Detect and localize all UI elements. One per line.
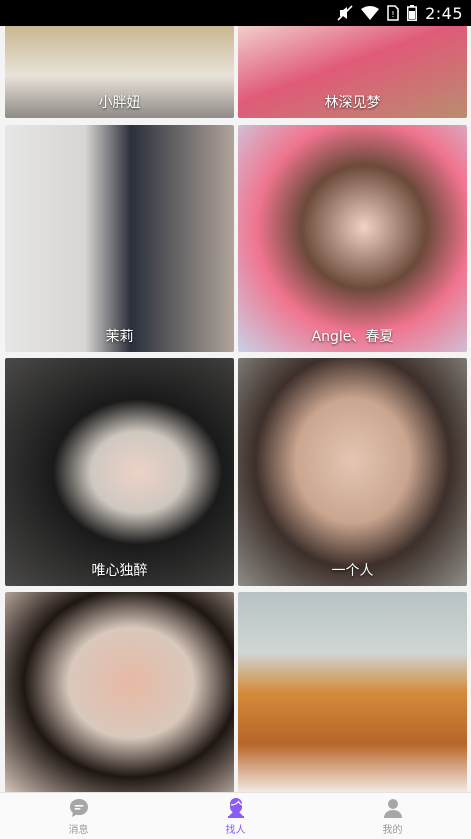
profile-photo: [238, 358, 467, 586]
tab-profile-label: 我的: [382, 824, 403, 836]
profile-card[interactable]: 唯心独醉: [5, 358, 234, 586]
profile-grid[interactable]: 小胖妞 林深见梦 茉莉 Angle、春夏 唯心独醉 一个人: [0, 26, 471, 792]
wifi-icon: [361, 5, 380, 21]
message-icon: [68, 797, 90, 819]
profile-card[interactable]: [5, 592, 234, 792]
find-people-icon: [225, 797, 247, 819]
battery-icon: [407, 5, 418, 21]
profile-photo: [238, 592, 467, 792]
mute-icon: [337, 5, 353, 21]
profile-card[interactable]: 茉莉: [5, 125, 234, 352]
profile-photo: [238, 125, 467, 352]
profile-name: Angle、春夏: [311, 329, 394, 345]
profile-photo: [5, 358, 234, 586]
tab-find-people[interactable]: 找人: [157, 793, 314, 839]
bottom-tab-bar: 消息 找人 我的: [0, 792, 471, 839]
profile-photo: [5, 125, 234, 352]
profile-name: 茉莉: [105, 329, 134, 345]
profile-card[interactable]: 林深见梦: [238, 26, 467, 118]
profile-card[interactable]: 小胖妞: [5, 26, 234, 118]
tab-find-people-label: 找人: [225, 824, 246, 836]
tab-messages[interactable]: 消息: [0, 793, 157, 839]
svg-text:!: !: [391, 10, 394, 19]
profile-photo: [5, 592, 234, 792]
tab-messages-label: 消息: [68, 824, 89, 836]
profile-name: 小胖妞: [98, 95, 141, 111]
tab-profile[interactable]: 我的: [314, 793, 471, 839]
status-time: 2:45: [425, 3, 463, 23]
no-sim-icon: !: [387, 5, 399, 21]
profile-card[interactable]: [238, 592, 467, 792]
profile-card[interactable]: Angle、春夏: [238, 125, 467, 352]
profile-icon: [382, 797, 404, 819]
profile-name: 唯心独醉: [91, 563, 148, 579]
profile-card[interactable]: 一个人: [238, 358, 467, 586]
profile-name: 林深见梦: [324, 95, 381, 111]
profile-name: 一个人: [331, 563, 374, 579]
status-bar: ! 2:45: [0, 0, 471, 26]
